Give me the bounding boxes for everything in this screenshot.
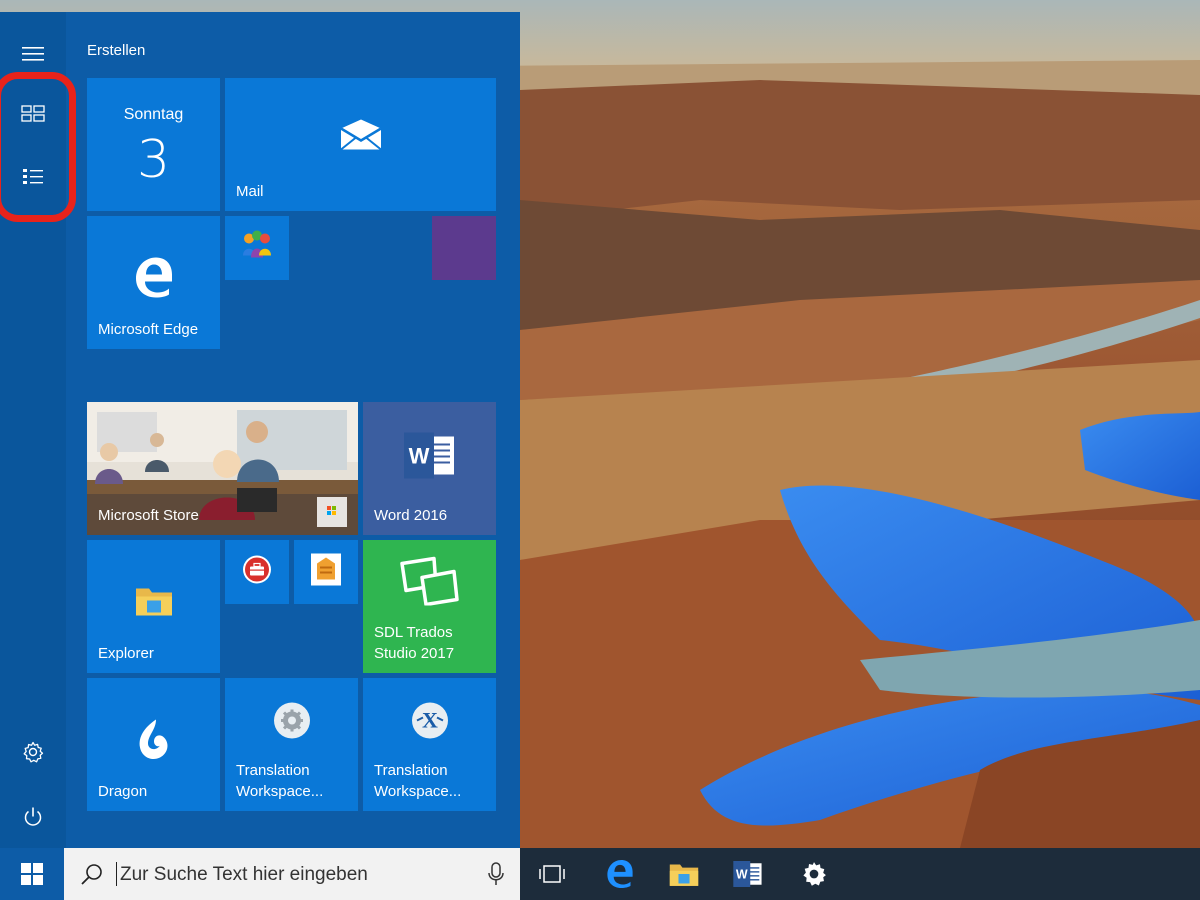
settings-button[interactable] <box>8 730 58 774</box>
search-icon <box>81 864 102 885</box>
search-placeholder: Zur Suche Text hier eingeben <box>120 864 368 885</box>
taskbar-file-explorer-button[interactable] <box>656 848 712 900</box>
mail-tile[interactable]: Mail <box>225 78 496 211</box>
calendar-tile[interactable]: Sonntag 3 <box>87 78 220 211</box>
sdl-trados-tile[interactable]: SDL Trados Studio 2017 <box>363 540 496 673</box>
task-view-icon <box>539 865 565 883</box>
power-button[interactable] <box>8 795 58 839</box>
task-view-button[interactable] <box>524 848 580 900</box>
tiles-view-button[interactable] <box>8 92 58 136</box>
calendar-date-number: 3 <box>136 130 171 190</box>
word-tile-label: Word 2016 <box>374 507 448 524</box>
explorer-tile[interactable]: Explorer <box>87 540 220 673</box>
word-icon: W <box>733 861 762 887</box>
taskbar-search-box[interactable]: Zur Suche Text hier eingeben <box>64 848 520 900</box>
edge-tile-label: Microsoft Edge <box>98 321 199 338</box>
microphone-icon[interactable] <box>488 862 504 886</box>
orange-app-icon <box>311 553 341 591</box>
start-menu: Erstellen Sonntag 3 Mail Microsoft Edge <box>0 12 520 848</box>
translation-workspace-label-2: Translation Workspace... <box>374 762 462 800</box>
hamburger-menu-button[interactable] <box>8 32 58 76</box>
svg-text:W: W <box>736 868 748 882</box>
taskbar-edge-button[interactable] <box>592 848 648 900</box>
taskbar: Zur Suche Text hier eingeben W <box>0 848 1200 900</box>
trados-tile-label: SDL Trados Studio 2017 <box>374 624 455 662</box>
mail-icon <box>339 118 383 155</box>
mail-tile-label: Mail <box>236 183 264 200</box>
hamburger-icon <box>22 47 44 61</box>
edge-icon <box>134 257 174 302</box>
store-tile-label: Microsoft Store <box>98 507 199 524</box>
dragon-tile[interactable]: Dragon <box>87 678 220 811</box>
people-app-tile[interactable] <box>225 216 289 280</box>
word-tile[interactable]: W Word 2016 <box>363 402 496 535</box>
translation-workspace-tile-1[interactable]: Translation Workspace... <box>225 678 358 811</box>
translation-workspace-x-icon: X <box>411 702 449 745</box>
toolbox-app-tile[interactable] <box>225 540 289 604</box>
windows-logo-icon <box>21 863 43 885</box>
list-view-icon <box>23 169 43 184</box>
power-icon <box>24 807 42 826</box>
trados-icon <box>398 555 462 610</box>
purple-app-tile[interactable] <box>432 216 496 280</box>
all-apps-list-button[interactable] <box>8 155 58 199</box>
text-caret <box>116 862 117 886</box>
translation-workspace-tile-2[interactable]: X Translation Workspace... <box>363 678 496 811</box>
explorer-tile-label: Explorer <box>98 645 154 662</box>
translation-workspace-label-1: Translation Workspace... <box>236 762 324 800</box>
settings-icon <box>803 862 826 886</box>
folder-icon <box>135 584 173 621</box>
orange-app-tile[interactable] <box>294 540 358 604</box>
taskbar-settings-button[interactable] <box>786 848 842 900</box>
toolbox-icon <box>242 555 272 590</box>
people-icon <box>240 230 274 267</box>
microsoft-store-tile[interactable]: Microsoft Store <box>87 402 358 535</box>
edge-tile[interactable]: Microsoft Edge <box>87 216 220 349</box>
start-menu-rail <box>0 12 66 848</box>
translation-workspace-gear-icon <box>273 702 311 745</box>
tile-group-title: Erstellen <box>87 42 146 59</box>
gear-icon <box>23 741 44 763</box>
dragon-icon <box>136 717 172 766</box>
taskbar-word-button[interactable]: W <box>720 848 776 900</box>
dragon-tile-label: Dragon <box>98 783 148 800</box>
svg-text:X: X <box>422 708 438 733</box>
start-button[interactable] <box>0 848 64 900</box>
edge-icon <box>607 860 633 888</box>
svg-text:W: W <box>408 443 429 468</box>
file-explorer-icon <box>669 864 699 886</box>
word-icon: W <box>403 432 456 483</box>
tiles-view-icon <box>21 105 45 122</box>
calendar-day-label: Sonntag <box>123 106 184 123</box>
